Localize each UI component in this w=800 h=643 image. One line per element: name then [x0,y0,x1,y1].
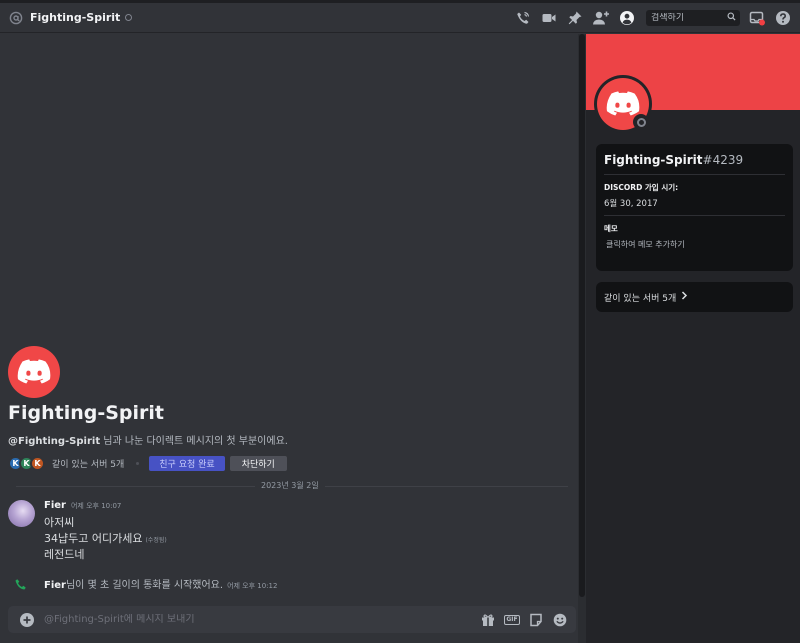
welcome-subtitle-text: 님과 나눈 다이렉트 메시지의 첫 부분이에요. [100,436,288,447]
member-since-label: DISCORD 가입 시기: [604,183,679,192]
channel-header: Fighting-Spirit [0,3,800,33]
discord-logo-icon [17,359,51,384]
note-label: 메모 [604,224,618,233]
profile-offline-status-icon [633,114,649,130]
help-icon[interactable] [774,9,792,27]
profile-divider [604,215,785,216]
phone-call-icon [14,576,28,590]
add-friend-icon[interactable] [592,9,610,27]
composer-buttons: GIF [472,612,568,628]
message-header: Fier 어제 오후 10:07 [44,500,121,511]
message-text: 레전드네 [44,548,85,561]
at-icon [8,10,24,26]
profile-toggle-icon[interactable] [618,9,636,27]
call-system-message: Fier 님이 몇 초 길이의 통화를 시작했어요. 어제 오후 10:12 [44,576,277,591]
block-button[interactable]: 차단하기 [229,455,287,471]
pin-icon[interactable] [566,9,584,27]
welcome-handle: @Fighting-Spirit [8,436,101,447]
emoji-icon[interactable] [552,612,568,628]
mutual-servers-label: 같이 있는 서버 5개 [604,293,677,304]
message-input[interactable] [44,614,472,625]
gift-icon[interactable] [480,612,496,628]
call-author[interactable]: Fier [44,580,66,591]
profile-discriminator: #4239 [702,153,744,167]
mutual-info-row: K K K 같이 있는 서버 5개 친구 요청 완료 차단하기 [8,455,287,471]
edited-tag: (수정됨) [145,537,167,544]
mutual-server-avatars[interactable]: K K K [8,455,45,471]
chat-scrollbar[interactable] [578,34,586,643]
message-text: 아저씨 [44,516,75,529]
offline-status-icon [125,14,133,21]
friend-request-sent-button[interactable]: 친구 요청 완료 [149,455,225,471]
profile-username-text: Fighting-Spirit [604,153,703,167]
message-author[interactable]: Fier [44,500,66,511]
message-composer: GIF [8,606,576,633]
inbox-icon[interactable] [748,9,766,27]
profile-divider [604,174,785,175]
chat-scrollbar-thumb[interactable] [579,34,585,597]
message-text: 34냡두고 어디가세요 [44,532,143,545]
separator-dot [136,461,140,465]
call-timestamp: 어제 오후 10:12 [227,582,278,590]
sticker-icon[interactable] [528,612,544,628]
welcome-avatar[interactable] [8,346,60,398]
chevron-right-icon [681,291,688,303]
mutual-servers-button[interactable]: 같이 있는 서버 5개 [596,282,793,312]
channel-title[interactable]: Fighting-Spirit [30,11,120,24]
video-call-icon[interactable] [540,9,558,27]
profile-username: Fighting-Spirit#4239 [604,153,743,167]
header-toolbar [506,3,800,33]
search-bar[interactable] [646,10,740,26]
date-divider-label: 2023년 3월 2일 [255,480,325,491]
mutual-servers-link[interactable]: 같이 있는 서버 5개 [52,457,124,470]
voice-call-icon[interactable] [514,9,532,27]
message-text-edited-line: 34냡두고 어디가세요 (수정됨) [44,530,167,546]
mutual-server-avatar: K [30,455,45,471]
call-text: 님이 몇 초 길이의 통화를 시작했어요. [65,580,224,591]
note-input[interactable]: 클릭하여 메모 추가하기 [606,239,685,250]
search-input[interactable] [651,13,721,23]
message-timestamp: 어제 오후 10:07 [70,502,122,510]
welcome-title: Fighting-Spirit [8,402,164,424]
discord-dm-window: Fighting-Spirit 검색하기 Fighting-Spirit @Fi… [0,0,800,643]
discord-logo-icon [606,91,640,116]
welcome-subtitle: @Fighting-Spirit 님과 나눈 다이렉트 메시지의 첫 부분이에요… [8,432,288,447]
profile-info-card: Fighting-Spirit#4239 DISCORD 가입 시기: 6월 3… [596,144,793,271]
search-icon [727,12,736,24]
member-since-date: 6월 30, 2017 [604,199,658,209]
message-author-avatar[interactable] [8,500,35,527]
plus-icon[interactable] [20,612,34,627]
user-profile-panel: Fighting-Spirit#4239 DISCORD 가입 시기: 6월 3… [586,34,800,643]
gif-icon[interactable]: GIF [504,612,520,628]
chat-area [0,34,578,643]
